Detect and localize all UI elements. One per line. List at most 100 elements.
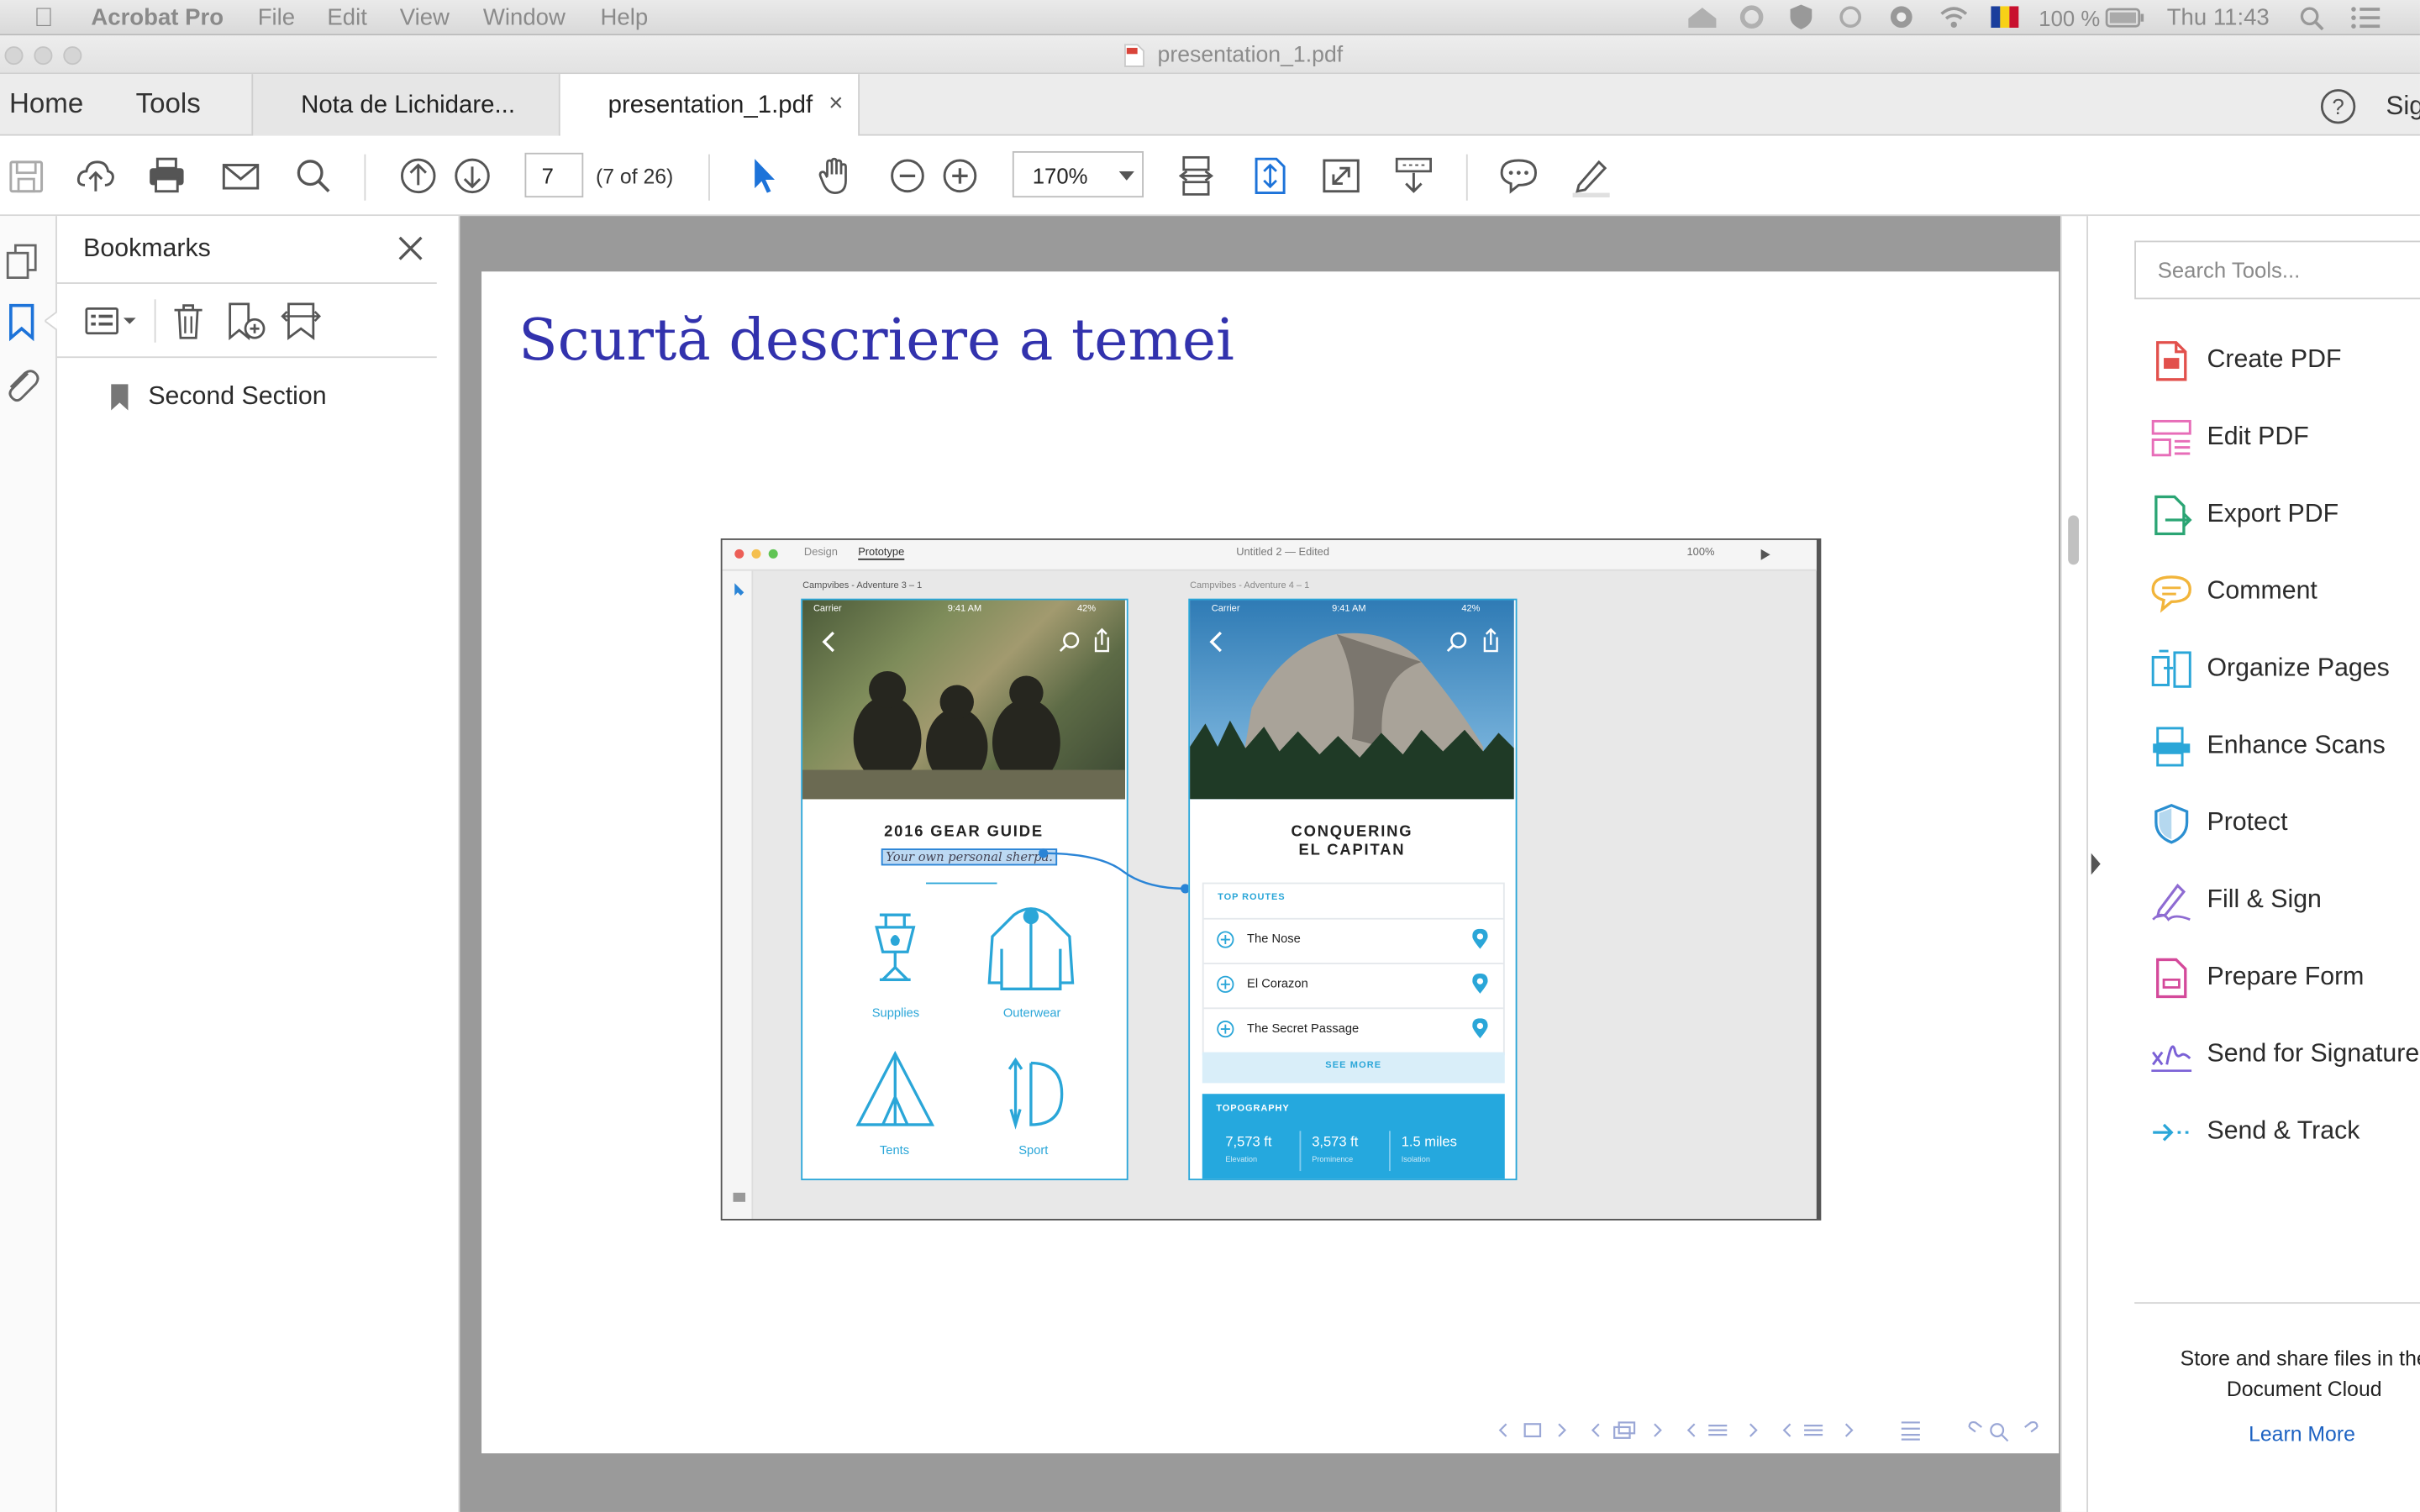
tab-document-presentation[interactable]: presentation_1.pdf × <box>560 74 860 138</box>
category-outerwear: Outerwear <box>1002 1005 1061 1021</box>
page-thumbnails-icon[interactable] <box>5 242 39 282</box>
search-tools-input[interactable]: Search Tools... <box>2134 240 2420 300</box>
pdf-file-icon <box>1124 44 1144 67</box>
tool-organize-pages[interactable]: Organize Pages <box>2150 648 2420 694</box>
chat-status-icon[interactable] <box>1886 3 1917 31</box>
tool-label: Comment <box>2207 576 2317 605</box>
tools-pane: Search Tools... Create PDF Edit PDF Expo… <box>2086 216 2420 1512</box>
menu-edit[interactable]: Edit <box>327 5 366 31</box>
beamer-navigation[interactable] <box>1497 1418 2053 1442</box>
delete-bookmark-icon[interactable] <box>170 301 207 341</box>
previous-page-icon[interactable] <box>397 155 439 197</box>
tool-export-pdf[interactable]: Export PDF <box>2150 494 2420 540</box>
tool-fill-sign[interactable]: Fill & Sign <box>2150 879 2420 926</box>
save-icon[interactable] <box>5 155 48 197</box>
notification-center-icon[interactable] <box>2350 6 2381 29</box>
tab-home[interactable]: Home <box>9 88 83 121</box>
upload-cloud-icon[interactable] <box>74 155 117 197</box>
document-cloud-promo: Store and share files in the Document Cl… <box>2134 1344 2420 1405</box>
tab-document-nota[interactable]: Nota de Lichidare... <box>251 74 560 136</box>
zoom-window-button[interactable] <box>63 46 82 66</box>
clock[interactable]: Thu 11:43 <box>2167 5 2270 31</box>
next-page-icon[interactable] <box>450 155 493 197</box>
full-screen-icon[interactable] <box>1319 155 1362 197</box>
tab-tools[interactable]: Tools <box>136 88 201 121</box>
tab-document-presentation-label: presentation_1.pdf <box>608 92 813 119</box>
scroll-mode-icon[interactable] <box>1175 155 1218 197</box>
document-viewport[interactable]: Scurtă descriere a temei Design Prototyp… <box>460 216 2087 1512</box>
battery-icon[interactable] <box>2105 8 2145 28</box>
active-panel-pointer <box>45 312 57 331</box>
tool-enhance-scans[interactable]: Enhance Scans <box>2150 725 2420 771</box>
status-carrier-2: Carrier <box>1211 604 1240 615</box>
sync-status-icon[interactable] <box>1837 5 1865 29</box>
apple-icon[interactable]:  <box>34 3 53 34</box>
input-flag-icon[interactable] <box>1991 6 2019 29</box>
home-status-icon[interactable] <box>1686 5 1719 29</box>
tool-edit-pdf[interactable]: Edit PDF <box>2150 417 2420 463</box>
tool-create-pdf[interactable]: Create PDF <box>2150 339 2420 386</box>
page-number-input[interactable]: 7 <box>524 152 584 198</box>
tool-protect[interactable]: Protect <box>2150 802 2420 848</box>
find-icon[interactable] <box>292 155 334 197</box>
help-icon[interactable]: ? <box>2320 88 2357 125</box>
app-menu[interactable]: Acrobat Pro <box>91 5 224 31</box>
shield-status-icon[interactable] <box>1787 3 1815 31</box>
tool-send-track[interactable]: Send & Track <box>2150 1110 2420 1157</box>
spotlight-icon[interactable] <box>2300 6 2324 31</box>
add-icon <box>1217 975 1234 993</box>
menu-help[interactable]: Help <box>600 5 648 31</box>
add-icon <box>1217 1020 1234 1038</box>
menu-view[interactable]: View <box>400 5 450 31</box>
outerwear-icon <box>987 907 1075 990</box>
share-icon-2 <box>1483 627 1498 653</box>
search-icon <box>1059 632 1080 653</box>
bookmark-item[interactable]: Second Section <box>103 376 412 417</box>
wifi-icon[interactable] <box>1939 5 1970 29</box>
read-mode-icon[interactable] <box>1392 155 1435 197</box>
tool-comment[interactable]: Comment <box>2150 571 2420 617</box>
pdf-page[interactable]: Scurtă descriere a temei Design Prototyp… <box>481 271 2060 1454</box>
stat-label: Elevation <box>1225 1155 1258 1165</box>
vertical-scrollbar[interactable] <box>2060 216 2087 1512</box>
expand-bookmark-icon[interactable] <box>279 301 322 341</box>
mock-artboard2-label: Campvibes - Adventure 4 – 1 <box>1190 581 1310 591</box>
close-window-button[interactable] <box>4 46 24 66</box>
route-name: El Corazon <box>1247 976 1308 991</box>
tool-prepare-form[interactable]: Prepare Form <box>2150 957 2420 1003</box>
print-icon[interactable] <box>145 155 188 197</box>
gear-guide-subtitle: Your own personal sherpa. <box>881 848 1058 866</box>
slide-screenshot: Design Prototype Untitled 2 — Edited 100… <box>720 538 1822 1221</box>
zoom-out-icon[interactable] <box>886 155 929 197</box>
select-tool-icon[interactable] <box>742 155 785 197</box>
mock-phone-capitan: Carrier 9:41 AM 42% CONQUERING EL CAPITA… <box>1188 598 1518 1181</box>
attachments-icon[interactable] <box>3 364 40 404</box>
comment-icon[interactable] <box>1497 155 1540 197</box>
close-panel-icon[interactable] <box>395 233 426 264</box>
menu-window[interactable]: Window <box>483 5 566 31</box>
minimize-window-button[interactable] <box>34 46 53 66</box>
supplies-icon <box>875 913 916 981</box>
highlight-icon[interactable] <box>1570 155 1612 198</box>
zoom-select[interactable]: 170% <box>1012 150 1144 198</box>
collapse-right-pane-icon[interactable] <box>2088 852 2103 876</box>
sign-in-link[interactable]: Sig <box>2386 91 2420 122</box>
bookmarks-rail-icon[interactable] <box>8 302 35 343</box>
creative-cloud-icon[interactable] <box>1734 5 1768 29</box>
stat-label: Isolation <box>1401 1155 1430 1165</box>
zoom-in-icon[interactable] <box>939 155 981 197</box>
menu-file[interactable]: File <box>258 5 295 31</box>
scrollbar-thumb[interactable] <box>2068 515 2080 565</box>
status-battery-2: 42% <box>1461 604 1481 615</box>
email-icon[interactable] <box>219 155 262 197</box>
tool-send-for-signature[interactable]: Send for Signature <box>2150 1034 2420 1080</box>
fit-page-icon[interactable] <box>1249 155 1292 197</box>
hand-tool-icon[interactable] <box>813 155 856 197</box>
search-icon-2 <box>1446 632 1467 653</box>
bookmark-options-icon[interactable] <box>83 304 139 338</box>
category-supplies: Supplies <box>871 1005 920 1021</box>
new-bookmark-icon[interactable] <box>224 301 266 341</box>
close-tab-icon[interactable]: × <box>829 91 843 118</box>
mock-cursor-icon <box>734 583 744 596</box>
learn-more-link[interactable]: Learn More <box>2249 1422 2355 1446</box>
